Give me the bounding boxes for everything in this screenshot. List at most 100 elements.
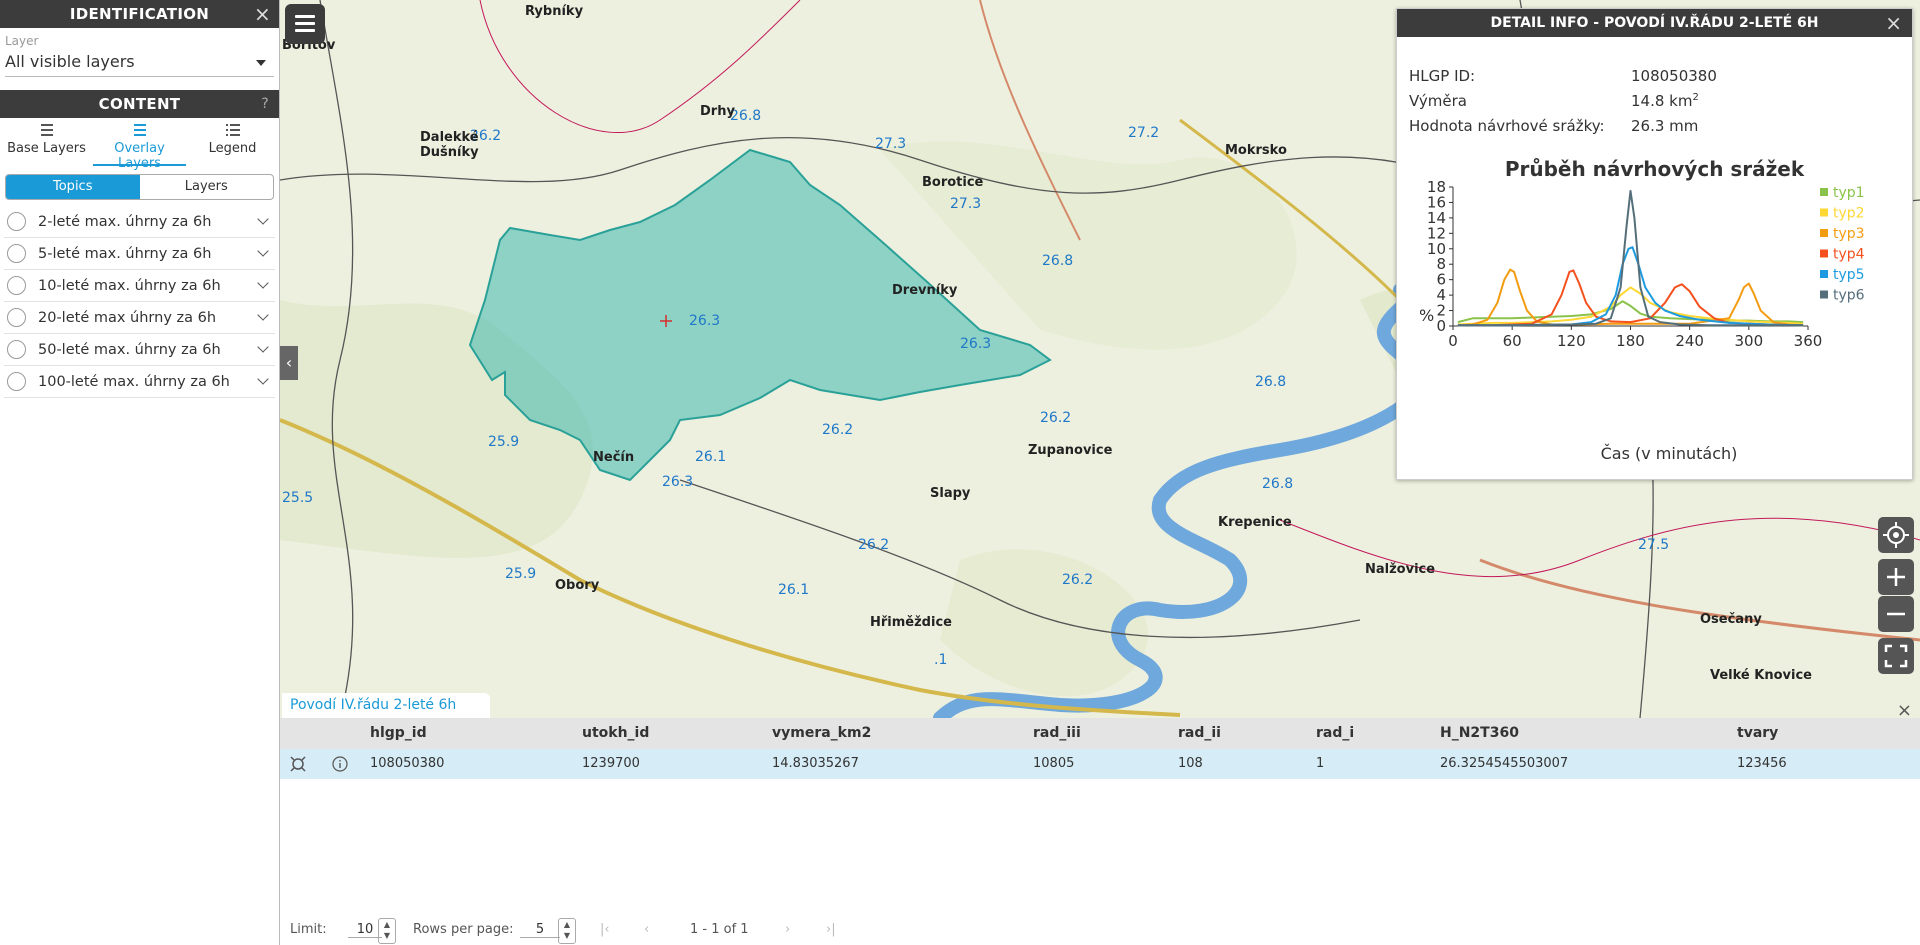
- map-place-label: Osečany: [1700, 612, 1762, 627]
- radio-button[interactable]: [7, 340, 26, 359]
- topic-item[interactable]: 50-leté max. úhrny za 6h: [4, 334, 275, 366]
- x-tick-label: 60: [1503, 332, 1522, 350]
- tab-label: Overlay Layers: [114, 141, 165, 171]
- table-cell: 1239700: [582, 756, 640, 771]
- topics-button[interactable]: Topics: [6, 175, 140, 199]
- hamburger-line: [295, 22, 315, 25]
- radio-button[interactable]: [7, 276, 26, 295]
- chevron-down-icon[interactable]: [257, 341, 269, 353]
- radio-button[interactable]: [7, 372, 26, 391]
- content-header: CONTENT ?: [0, 90, 279, 118]
- x-tick-label: 180: [1616, 332, 1645, 350]
- column-header[interactable]: tvary: [1737, 718, 1778, 749]
- fullscreen-button[interactable]: [1878, 638, 1914, 674]
- legend-swatch: [1820, 229, 1828, 237]
- attribute-table-tab[interactable]: Povodí IV.řádu 2-leté 6h: [282, 693, 490, 718]
- tab-overlay-layers[interactable]: Overlay Layers: [93, 118, 186, 171]
- info-icon[interactable]: [332, 756, 348, 772]
- legend-label: typ4: [1833, 247, 1865, 263]
- close-icon[interactable]: ×: [254, 0, 271, 28]
- chart-title: Průběh návrhových srážek: [1504, 157, 1805, 181]
- column-header[interactable]: rad_ii: [1178, 718, 1221, 749]
- table-header: hlgp_id utokh_id vymera_km2 rad_iii rad_…: [280, 718, 1920, 749]
- collapse-panel-button[interactable]: ‹: [280, 346, 298, 380]
- legend-list-icon: [225, 124, 240, 136]
- radio-button[interactable]: [7, 308, 26, 327]
- topic-label: 100-leté max. úhrny za 6h: [38, 373, 230, 390]
- chevron-down-icon[interactable]: [257, 277, 269, 289]
- zoom-out-button[interactable]: [1878, 596, 1914, 632]
- chevron-down-icon[interactable]: [257, 245, 269, 257]
- map-value-label: 26.2: [1040, 410, 1072, 426]
- rows-per-page-input[interactable]: 5: [520, 922, 560, 938]
- main-menu-button[interactable]: [285, 4, 325, 44]
- chevron-down-icon[interactable]: [257, 213, 269, 225]
- map-value-label: 25.9: [505, 566, 537, 582]
- topic-label: 2-leté max. úhrny za 6h: [38, 213, 212, 230]
- column-header[interactable]: hlgp_id: [370, 718, 427, 749]
- limit-label: Limit:: [290, 922, 327, 937]
- hlgp-label: HLGP ID:: [1409, 67, 1476, 85]
- column-header[interactable]: H_N2T360: [1440, 718, 1519, 749]
- topic-item[interactable]: 20-leté max úhrny za 6h: [4, 302, 275, 334]
- rainfall-chart: 0246810121416180 60 120 180 240 300 360 typ1ty…: [1419, 179, 1865, 463]
- radio-button[interactable]: [7, 212, 26, 231]
- limit-input[interactable]: 10: [348, 922, 382, 938]
- fullscreen-icon: [1884, 644, 1908, 668]
- x-axis-label: Čas (v minutách): [1601, 444, 1738, 463]
- detail-info-panel: DETAIL INFO - POVODÍ IV.ŘÁDU 2-LETÉ 6H ×…: [1396, 8, 1913, 480]
- caret-down-icon: [256, 60, 266, 66]
- tab-base-layers[interactable]: Base Layers: [0, 118, 93, 166]
- topic-item[interactable]: 2-leté max. úhrny za 6h: [4, 206, 275, 238]
- column-header[interactable]: rad_iii: [1033, 718, 1081, 749]
- rows-per-page-stepper[interactable]: ▲ ▼: [558, 918, 576, 944]
- detail-title: DETAIL INFO - POVODÍ IV.ŘÁDU 2-LETÉ 6H: [1490, 15, 1819, 31]
- table-row[interactable]: 108050380 1239700 14.83035267 10805 108 …: [280, 749, 1920, 779]
- series-line-typ4: [1457, 269, 1804, 327]
- zoom-in-button[interactable]: [1878, 559, 1914, 595]
- table-cell: 26.3254545503007: [1440, 756, 1569, 771]
- close-icon[interactable]: ×: [1885, 9, 1902, 37]
- hlgp-value: 108050380: [1631, 67, 1717, 85]
- attribute-table: hlgp_id utokh_id vymera_km2 rad_iii rad_…: [280, 718, 1920, 945]
- topic-item[interactable]: 100-leté max. úhrny za 6h: [4, 366, 275, 398]
- prev-page-icon[interactable]: ‹: [644, 922, 649, 937]
- legend-swatch: [1820, 249, 1828, 258]
- map-place-label: Drevníky: [892, 283, 958, 298]
- radio-button[interactable]: [7, 244, 26, 263]
- column-header[interactable]: rad_i: [1316, 718, 1354, 749]
- map-value-label: 26.8: [1255, 374, 1287, 390]
- map-value-label: 26.2: [822, 422, 854, 438]
- x-tick-label: 300: [1735, 332, 1764, 350]
- locate-button[interactable]: [1878, 517, 1914, 553]
- vymera-value: 14.8 km2: [1631, 92, 1699, 110]
- column-header[interactable]: utokh_id: [582, 718, 649, 749]
- next-page-icon[interactable]: ›: [785, 922, 790, 937]
- layer-label: Layer: [5, 34, 39, 48]
- minus-icon: [1887, 612, 1905, 616]
- map-place-label: Mokrsko: [1225, 143, 1287, 158]
- layers-button[interactable]: Layers: [140, 175, 274, 199]
- layer-select[interactable]: All visible layers: [5, 48, 274, 77]
- zoom-to-feature-icon[interactable]: [290, 756, 306, 772]
- map-value-label: 25.9: [488, 434, 520, 450]
- map-value-label: 27.5: [1638, 537, 1670, 553]
- chevron-down-icon[interactable]: [257, 309, 269, 321]
- chevron-down-icon[interactable]: [257, 373, 269, 385]
- y-tick-label: 8: [1436, 255, 1446, 273]
- x-tick-label: 240: [1675, 332, 1704, 350]
- topics-layers-switch: Topics Layers: [5, 174, 274, 200]
- legend-label: typ2: [1833, 206, 1865, 222]
- column-header[interactable]: vymera_km2: [772, 718, 871, 749]
- legend-swatch: [1820, 290, 1828, 299]
- help-icon[interactable]: ?: [261, 90, 269, 118]
- last-page-icon[interactable]: ›|: [826, 922, 836, 937]
- map-value-label: 27.3: [950, 196, 982, 212]
- first-page-icon[interactable]: |‹: [600, 922, 610, 937]
- topic-item[interactable]: 5-leté max. úhrny za 6h: [4, 238, 275, 270]
- topic-item[interactable]: 10-leté max. úhrny za 6h: [4, 270, 275, 302]
- y-tick-label: 10: [1427, 240, 1446, 258]
- limit-stepper[interactable]: ▲ ▼: [378, 918, 396, 944]
- y-tick-label: 14: [1427, 209, 1446, 227]
- tab-legend[interactable]: Legend: [186, 118, 279, 166]
